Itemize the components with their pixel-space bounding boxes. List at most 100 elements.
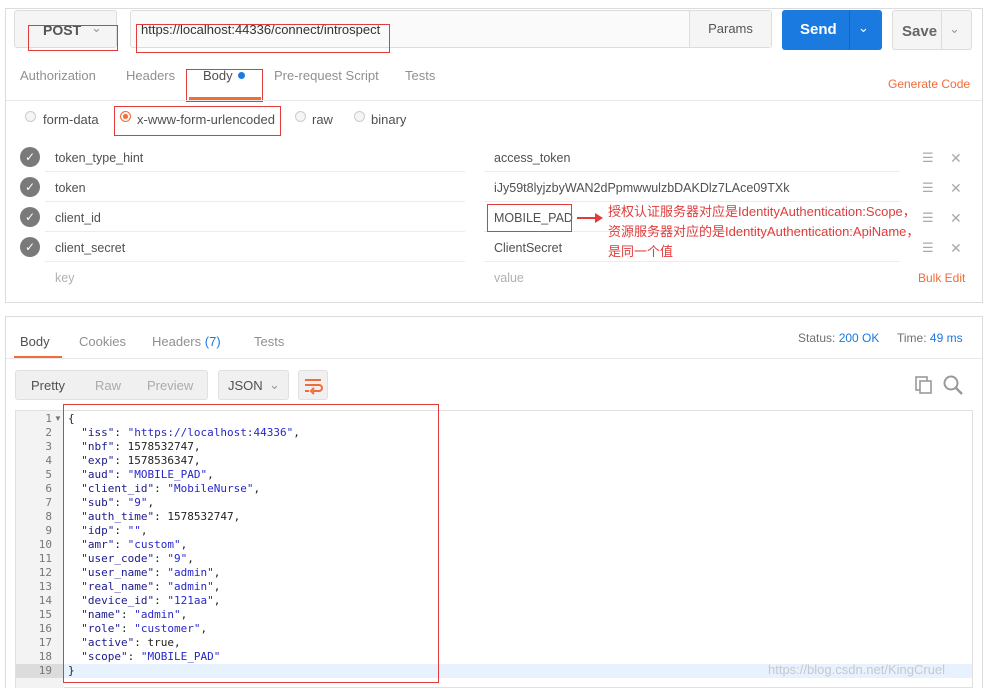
annotation-line-1: 授权认证服务器对应是IdentityAuthentication:Scope， xyxy=(608,204,916,219)
delete-row-icon[interactable]: ✕ xyxy=(950,210,962,227)
key-cell[interactable]: token xyxy=(45,174,465,202)
response-code-editor[interactable]: ▼ { "iss": "https://localhost:44336", "n… xyxy=(15,410,973,688)
save-divider xyxy=(941,11,942,49)
row-enabled-checkbox[interactable]: ✓ xyxy=(20,177,40,197)
chevron-down-icon[interactable]: ⌄ xyxy=(858,20,869,36)
format-toggle-group: Pretty Raw Preview xyxy=(15,370,208,400)
annotation-line-2: 资源服务器对应的是IdentityAuthentication:ApiName， xyxy=(608,224,920,239)
radio-label-form-data: form-data xyxy=(43,112,99,127)
wrap-lines-icon xyxy=(305,379,323,395)
headers-count: (7) xyxy=(204,334,221,349)
response-tabs-divider xyxy=(6,358,982,359)
code-line: "active": true, xyxy=(81,636,181,649)
response-tab-cookies[interactable]: Cookies xyxy=(79,334,126,349)
language-select[interactable]: JSON ⌄ xyxy=(218,370,289,400)
watermark: https://blog.csdn.net/KingCruel xyxy=(768,662,946,677)
format-raw-button[interactable]: Raw xyxy=(95,378,121,393)
radio-label-binary: binary xyxy=(371,112,407,127)
response-tab-body[interactable]: Body xyxy=(20,334,50,349)
bulk-edit-link[interactable]: Bulk Edit xyxy=(918,271,965,285)
value-cell[interactable]: access_token xyxy=(484,144,900,172)
line-number: 15 xyxy=(38,608,52,621)
code-line: "sub": "9", xyxy=(81,496,155,509)
drag-handle-icon[interactable]: ☰ xyxy=(922,240,934,256)
code-line: "client_id": "MobileNurse", xyxy=(81,482,261,495)
drag-handle-icon[interactable]: ☰ xyxy=(922,180,934,196)
drag-handle-icon[interactable]: ☰ xyxy=(922,210,934,226)
method-select[interactable]: POST ⌄ xyxy=(14,10,117,48)
fold-toggle-icon[interactable]: ▼ xyxy=(54,414,62,423)
code-line: "user_code": "9", xyxy=(81,552,194,565)
row-enabled-checkbox[interactable]: ✓ xyxy=(20,147,40,167)
code-line: } xyxy=(68,664,75,677)
delete-row-icon[interactable]: ✕ xyxy=(950,150,962,167)
save-label: Save xyxy=(902,23,938,40)
annotation-arrow-head xyxy=(595,213,603,223)
status-label: Status: xyxy=(798,331,836,345)
tabs-divider xyxy=(6,100,982,101)
url-text: https://localhost:44336/connect/introspe… xyxy=(141,22,381,37)
line-number: 17 xyxy=(38,636,52,649)
new-key-input[interactable]: key xyxy=(45,264,465,292)
line-number: 16 xyxy=(38,622,52,635)
code-line: "iss": "https://localhost:44336", xyxy=(81,426,300,439)
code-line: "real_name": "admin", xyxy=(81,580,221,593)
code-line: "aud": "MOBILE_PAD", xyxy=(81,468,214,481)
value-text: iJy59t8lyjzbyWAN2dPpmwwulzbDAKDlz7LAce09… xyxy=(494,181,790,195)
chevron-down-icon: ⌄ xyxy=(269,377,280,392)
annotation-line-3: 是同一个值 xyxy=(608,244,674,259)
radio-label-raw: raw xyxy=(312,112,333,127)
line-number: 19 xyxy=(38,664,52,677)
response-tab-tests[interactable]: Tests xyxy=(254,334,284,349)
line-number: 11 xyxy=(38,552,52,565)
format-preview-button[interactable]: Preview xyxy=(147,378,193,393)
line-number: 4 xyxy=(45,454,52,467)
code-line: "idp": "", xyxy=(81,524,148,537)
radio-x-www-form-urlencoded[interactable] xyxy=(120,111,131,122)
delete-row-icon[interactable]: ✕ xyxy=(950,180,962,197)
drag-handle-icon[interactable]: ☰ xyxy=(922,150,934,166)
tab-body[interactable]: Body xyxy=(203,68,245,83)
row-enabled-checkbox[interactable]: ✓ xyxy=(20,237,40,257)
value-text: access_token xyxy=(494,151,571,165)
code-line: "exp": 1578536347, xyxy=(81,454,201,467)
line-number: 1 xyxy=(45,412,52,425)
code-line: "amr": "custom", xyxy=(81,538,188,551)
format-pretty-button[interactable]: Pretty xyxy=(31,378,65,393)
line-number: 5 xyxy=(45,468,52,481)
code-line: "auth_time": 1578532747, xyxy=(81,510,241,523)
send-label: Send xyxy=(800,21,837,38)
params-button[interactable]: Params xyxy=(689,11,771,47)
value-cell[interactable]: iJy59t8lyjzbyWAN2dPpmwwulzbDAKDlz7LAce09… xyxy=(484,174,900,202)
generate-code-link[interactable]: Generate Code xyxy=(888,77,970,91)
key-cell[interactable]: client_secret xyxy=(45,234,465,262)
tab-headers[interactable]: Headers xyxy=(126,68,175,83)
value-text: MOBILE_PAD xyxy=(494,211,573,225)
url-input[interactable]: https://localhost:44336/connect/introspe… xyxy=(130,10,772,48)
send-divider xyxy=(849,10,850,50)
copy-icon[interactable] xyxy=(914,375,934,395)
tab-authorization[interactable]: Authorization xyxy=(20,68,96,83)
response-tab-headers[interactable]: Headers (7) xyxy=(152,334,221,349)
tab-pre-request-script[interactable]: Pre-request Script xyxy=(274,68,379,83)
tab-tests[interactable]: Tests xyxy=(405,68,435,83)
chevron-down-icon[interactable]: ⌄ xyxy=(949,21,960,37)
radio-binary[interactable] xyxy=(354,111,365,122)
wrap-lines-button[interactable] xyxy=(298,370,328,400)
code-line: "nbf": 1578532747, xyxy=(81,440,201,453)
radio-form-data[interactable] xyxy=(25,111,36,122)
delete-row-icon[interactable]: ✕ xyxy=(950,240,962,257)
line-number: 6 xyxy=(45,482,52,495)
code-line: "name": "admin", xyxy=(81,608,188,621)
radio-raw[interactable] xyxy=(295,111,306,122)
key-text: token_type_hint xyxy=(55,151,144,165)
save-button[interactable]: Save ⌄ xyxy=(892,10,972,50)
row-enabled-checkbox[interactable]: ✓ xyxy=(20,207,40,227)
key-cell[interactable]: token_type_hint xyxy=(45,144,465,172)
key-cell[interactable]: client_id xyxy=(45,204,465,232)
key-text: client_id xyxy=(55,211,101,225)
search-icon[interactable] xyxy=(942,374,964,396)
send-button[interactable]: Send ⌄ xyxy=(782,10,882,50)
line-number: 18 xyxy=(38,650,52,663)
new-value-input[interactable]: value xyxy=(484,264,900,292)
